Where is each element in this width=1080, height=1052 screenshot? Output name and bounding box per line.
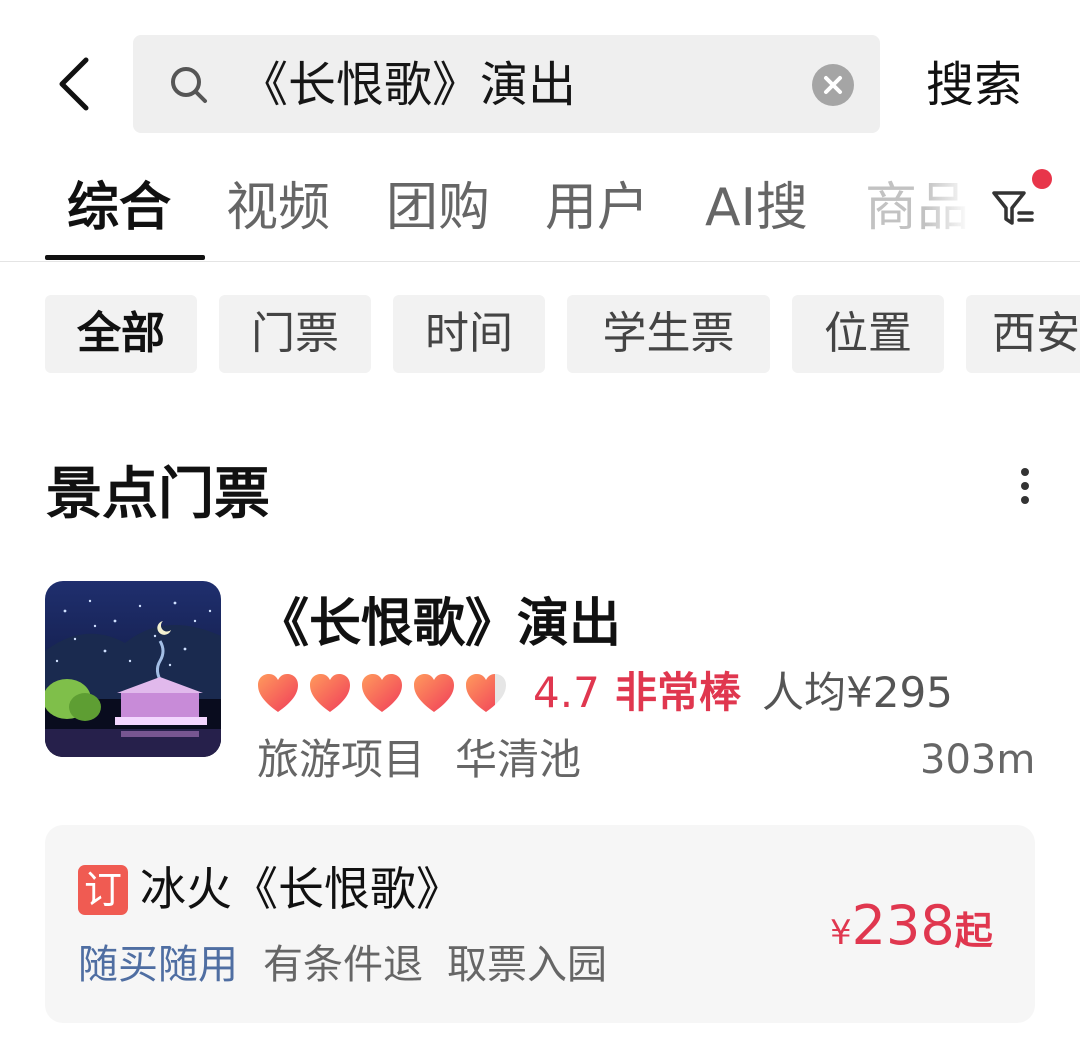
filter-icon[interactable] [990, 185, 1036, 231]
search-button[interactable]: 搜索 [926, 50, 1022, 120]
average-price: 人均¥295 [762, 668, 953, 717]
tab-ai-search[interactable]: AI搜 [705, 172, 808, 244]
tab-video[interactable]: 视频 [226, 172, 330, 244]
price-currency: ¥ [830, 913, 852, 953]
ticket-price[interactable]: ¥238起 [830, 890, 993, 975]
heart-icon [310, 674, 350, 712]
category-tag: 旅游项目 [257, 735, 426, 784]
chip-student-ticket[interactable]: 学生票 [567, 295, 770, 373]
attraction-thumbnail[interactable] [45, 581, 221, 757]
heart-icon [258, 674, 298, 712]
distance: 303m [920, 737, 1036, 783]
price-value: 238 [851, 894, 955, 957]
section-title: 景点门票 [46, 462, 270, 527]
tab-users[interactable]: 用户 [545, 172, 649, 244]
clear-circle-icon [824, 76, 842, 94]
clear-search-button[interactable] [812, 64, 854, 106]
half-heart-icon [466, 674, 506, 712]
chip-location[interactable]: 位置 [792, 295, 944, 373]
tabs-divider [0, 261, 1080, 262]
tab-scroll-fade [925, 165, 985, 251]
tab-group-buy[interactable]: 团购 [386, 172, 490, 244]
chip-tickets[interactable]: 门票 [219, 295, 371, 373]
location-tag: 华清池 [455, 735, 582, 784]
rating-score: 4.7 [533, 668, 600, 717]
rating-hearts [255, 670, 509, 716]
ticket-tag: 取票入园 [447, 942, 607, 988]
more-vertical-icon[interactable] [1012, 466, 1038, 506]
heart-icon [414, 674, 454, 712]
ticket-tag: 随买随用 [78, 942, 238, 988]
result-title[interactable]: 《长恨歌》演出 [257, 588, 621, 660]
chip-all[interactable]: 全部 [45, 295, 197, 373]
back-button[interactable] [52, 54, 104, 114]
search-icon [168, 64, 210, 106]
heart-icon [362, 674, 402, 712]
booking-badge: 订 [78, 865, 128, 915]
search-input[interactable]: 《长恨歌》演出 [240, 50, 576, 120]
chevron-left-icon [59, 57, 89, 111]
notification-dot [1032, 169, 1052, 189]
rating-label: 非常棒 [615, 668, 742, 717]
chip-time[interactable]: 时间 [393, 295, 545, 373]
ticket-tag: 有条件退 [263, 942, 423, 988]
price-suffix: 起 [954, 909, 993, 953]
tab-comprehensive[interactable]: 综合 [67, 172, 171, 244]
ticket-name[interactable]: 冰火《长恨歌》 [140, 855, 462, 923]
active-tab-indicator [45, 255, 205, 260]
chip-xian[interactable]: 西安 [966, 295, 1080, 373]
